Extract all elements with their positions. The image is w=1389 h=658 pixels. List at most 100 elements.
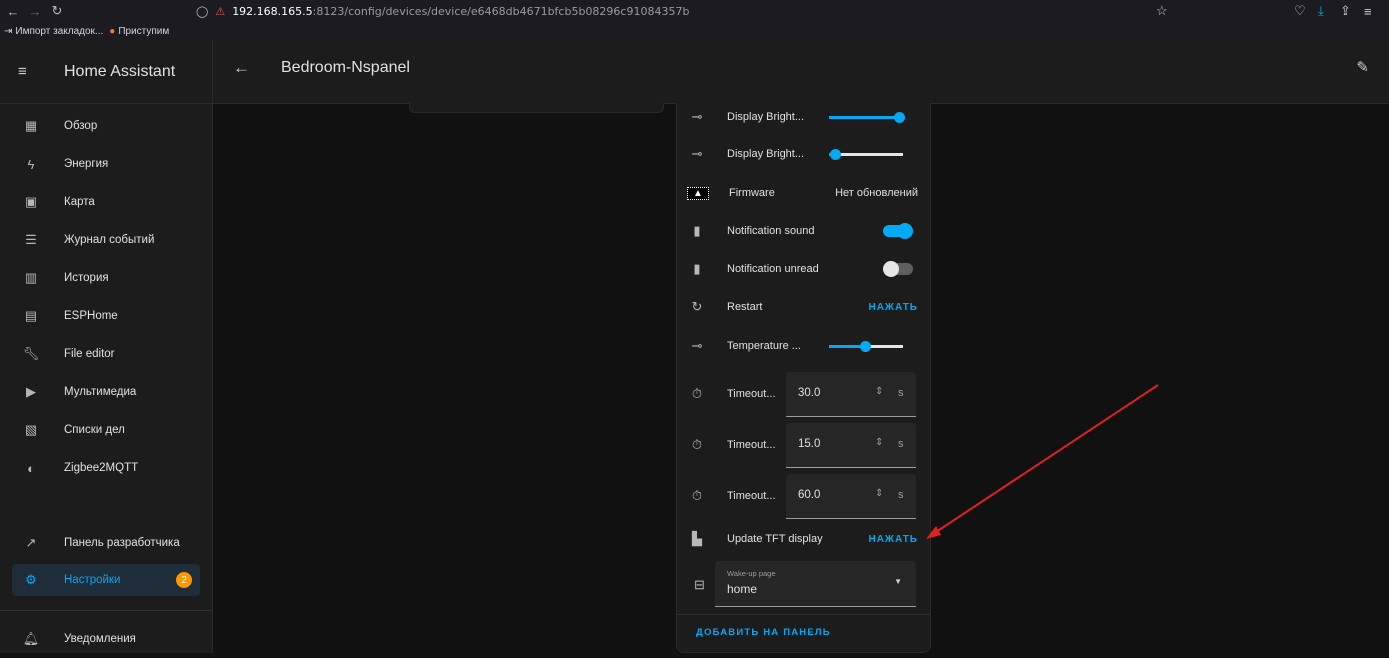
browser-chrome: ← → ↻ ◯ ⚠ 192.168.165.5:8123/config/devi… <box>0 0 1389 40</box>
bookmark-star-icon[interactable]: ☆ <box>1156 1 1168 21</box>
settings-badge: 2 <box>176 572 192 588</box>
sidebar-item-energy[interactable]: ϟ Энергия <box>0 145 212 183</box>
timeout-value: 60.0 <box>798 489 821 501</box>
timeout-2-input[interactable]: 15.0 ⇕ s <box>786 423 916 468</box>
entity-name: Temperature ... <box>727 340 801 352</box>
app-title: Home Assistant <box>64 62 176 80</box>
sidebar-item-settings[interactable]: ⚙ Настройки 2 <box>12 564 200 596</box>
entity-name: Notification sound <box>727 225 815 237</box>
sidebar-header: ≡ Home Assistant <box>0 40 212 104</box>
entity-row-notification-unread[interactable]: ▮ Notification unread <box>677 250 930 288</box>
reload-icon[interactable]: ↻ <box>46 0 68 22</box>
hammer-icon: ↗ <box>25 535 37 550</box>
url-bar[interactable]: ◯ ⚠ 192.168.165.5:8123/config/devices/de… <box>196 2 1196 20</box>
temperature-slider[interactable] <box>829 340 903 352</box>
entity-name: Update TFT display <box>727 533 823 545</box>
page-header: ← Bedroom-Nspanel ✎ <box>213 40 1389 104</box>
bookmark-getting-started[interactable]: Приступим <box>118 26 169 37</box>
entity-row-update-tft: ▙ Update TFT display НАЖАТЬ <box>677 520 930 558</box>
timeout-value: 30.0 <box>798 387 821 399</box>
wrench-icon: 🔧︎ <box>22 346 40 361</box>
brightness-slider-2[interactable] <box>829 148 903 160</box>
sidebar-item-todo[interactable]: ▧ Списки дел <box>0 411 212 449</box>
dashboard-icon: ▦ <box>24 118 38 133</box>
entity-name: Restart <box>727 301 763 313</box>
spinner-icon[interactable]: ⇕ <box>875 386 883 397</box>
entity-row-restart: ↻ Restart НАЖАТЬ <box>677 288 930 326</box>
timeout-unit: s <box>898 489 904 501</box>
sidebar-item-label: Уведомления <box>64 633 136 645</box>
controls-card: ⊸ Display Bright... ⊸ Display Bright... … <box>676 103 931 653</box>
url-path: :8123/config/devices/device/e6468db4671b… <box>312 4 690 18</box>
back-arrow-icon[interactable]: ← <box>233 58 250 78</box>
notification-unread-toggle[interactable] <box>883 261 913 277</box>
extensions-icon[interactable]: ⇪ <box>1340 1 1351 21</box>
sidebar-item-esphome[interactable]: ▤ ESPHome <box>0 297 212 335</box>
forward-icon[interactable]: → <box>24 0 46 22</box>
slider-icon: ⊸ <box>691 109 703 124</box>
sidebar-item-label: File editor <box>64 348 115 360</box>
timeout-1-input[interactable]: 30.0 ⇕ s <box>786 372 916 417</box>
sidebar-item-developer-tools[interactable]: ↗ Панель разработчика <box>0 524 212 562</box>
sidebar-item-label: Списки дел <box>64 424 125 436</box>
downloads-icon[interactable]: ⤓ <box>1318 1 1324 21</box>
sidebar-item-history[interactable]: ▥ История <box>0 259 212 297</box>
entity-name: Display Bright... <box>727 111 805 123</box>
firefox-icon: ● <box>109 25 116 37</box>
select-value: home <box>727 582 758 596</box>
shield-icon: ◯ <box>196 4 209 18</box>
zigbee-icon: ◐ <box>27 460 35 476</box>
back-icon[interactable]: ← <box>2 0 24 22</box>
pocket-icon[interactable]: ♡ <box>1294 1 1306 21</box>
sidebar-item-label: Настройки <box>64 574 121 586</box>
entity-row-display-brightness-2[interactable]: ⊸ Display Bright... <box>677 135 930 173</box>
sidebar-item-label: Энергия <box>64 158 109 170</box>
sidebar: ≡ Home Assistant ▦ Обзор ϟ Энергия ▣ Карта … <box>0 40 213 653</box>
timer-icon: ⏱︎ <box>691 437 703 452</box>
notification-sound-toggle[interactable] <box>883 223 913 239</box>
clipboard-icon: ▧ <box>24 422 38 437</box>
bell-icon: 🔔︎ <box>22 631 40 646</box>
timer-icon: ⏱︎ <box>691 386 703 401</box>
sidebar-item-overview[interactable]: ▦ Обзор <box>0 107 212 145</box>
sidebar-item-label: Карта <box>64 196 95 208</box>
entity-name: Timeout... <box>727 490 776 502</box>
entity-row-firmware[interactable]: ▲ Firmware Нет обновлений <box>677 174 930 212</box>
brightness-slider-1[interactable] <box>829 111 906 123</box>
add-to-dashboard-button[interactable]: ДОБАВИТЬ НА ПАНЕЛЬ <box>696 627 831 638</box>
app-menu-icon[interactable]: ≡ <box>1364 1 1372 21</box>
map-icon: ▣ <box>24 194 38 209</box>
entity-row-temperature[interactable]: ⊸ Temperature ... <box>677 327 930 365</box>
page-title: Bedroom-Nspanel <box>281 59 410 76</box>
sidebar-item-label: Zigbee2MQTT <box>64 462 139 474</box>
device-icon: ▮ <box>693 261 701 276</box>
sidebar-item-logbook[interactable]: ☰ Журнал событий <box>0 221 212 259</box>
sidebar-item-label: Журнал событий <box>64 234 155 246</box>
entity-name: Timeout... <box>727 388 776 400</box>
sidebar-item-map[interactable]: ▣ Карта <box>0 183 212 221</box>
sidebar-item-notifications[interactable]: 🔔︎ Уведомления <box>0 620 212 658</box>
entity-row-notification-sound[interactable]: ▮ Notification sound <box>677 212 930 250</box>
wakeup-page-select[interactable]: Wake-up page home ▼ <box>715 561 916 607</box>
spinner-icon[interactable]: ⇕ <box>875 437 883 448</box>
restart-press-button[interactable]: НАЖАТЬ <box>868 302 918 313</box>
spinner-icon[interactable]: ⇕ <box>875 488 883 499</box>
entity-row-display-brightness-1[interactable]: ⊸ Display Bright... <box>677 98 930 136</box>
import-bookmarks-icon: ⇥ <box>4 25 13 37</box>
timeout-value: 15.0 <box>798 438 821 450</box>
timeout-3-input[interactable]: 60.0 ⇕ s <box>786 474 916 519</box>
update-tft-press-button[interactable]: НАЖАТЬ <box>868 534 918 545</box>
insecure-lock-icon[interactable]: ⚠ <box>215 5 225 18</box>
sidebar-item-file-editor[interactable]: 🔧︎ File editor <box>0 335 212 373</box>
sidebar-item-label: Панель разработчика <box>64 537 180 549</box>
file-cog-icon: ▙ <box>692 531 702 546</box>
sidebar-item-zigbee2mqtt[interactable]: ◐ Zigbee2MQTT <box>0 449 212 487</box>
sidebar-item-label: История <box>64 272 109 284</box>
sidebar-item-media[interactable]: ▶ Мультимедиа <box>0 373 212 411</box>
firmware-status: Нет обновлений <box>835 187 918 199</box>
history-chart-icon: ▥ <box>24 270 38 285</box>
card-divider <box>677 614 930 615</box>
edit-pencil-icon[interactable]: ✎ <box>1356 58 1369 76</box>
menu-toggle-icon[interactable]: ≡ <box>0 63 54 80</box>
bookmark-import[interactable]: Импорт закладок... <box>15 26 103 37</box>
